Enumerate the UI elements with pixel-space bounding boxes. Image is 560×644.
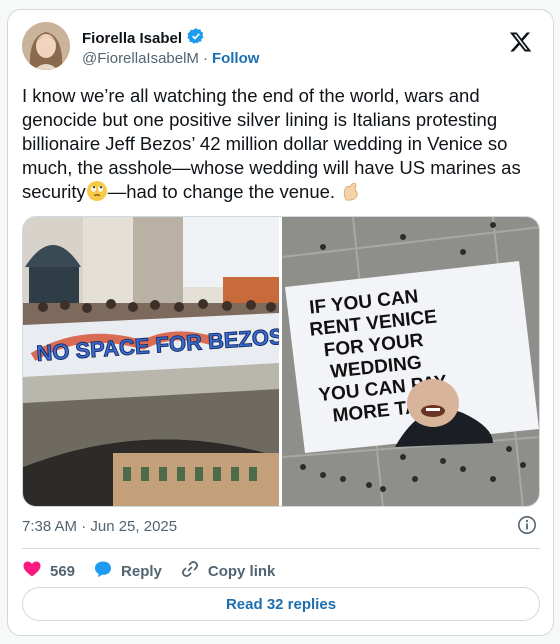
heart-icon <box>22 559 42 583</box>
action-bar: 569 Reply Copy link <box>22 556 275 586</box>
follow-link[interactable]: Follow <box>212 50 260 67</box>
reply-bubble-icon <box>93 559 113 583</box>
x-logo-icon[interactable] <box>509 30 533 54</box>
separator: · <box>202 50 208 67</box>
copy-link-button[interactable]: Copy link <box>180 559 276 583</box>
divider <box>22 548 540 549</box>
tweet-text: I know we’re all watching the end of the… <box>22 84 542 204</box>
like-count: 569 <box>50 562 76 580</box>
left-photo[interactable]: NO SPACE FOR BEZOS <box>23 217 285 507</box>
tweet-media[interactable]: NO SPACE FOR BEZOS IF YOU CAN RENT VENIC <box>22 216 540 507</box>
info-icon[interactable] <box>517 515 537 535</box>
copy-link-label: Copy link <box>207 562 276 580</box>
reply-label: Reply <box>121 562 162 580</box>
like-button[interactable]: 569 <box>22 559 75 583</box>
avatar[interactable] <box>22 22 70 70</box>
right-photo[interactable]: IF YOU CAN RENT VENICE FOR YOUR WEDDING … <box>281 217 540 507</box>
pinching-hand-emoji-icon <box>340 180 362 202</box>
handle-row: @FiorellaIsabelM · Follow <box>82 50 259 67</box>
link-icon <box>180 559 200 583</box>
tweet-header: Fiorella Isabel @FiorellaIsabelM · Follo… <box>22 22 539 74</box>
tweet-card: Fiorella Isabel @FiorellaIsabelM · Follo… <box>7 9 554 636</box>
reply-button[interactable]: Reply <box>93 559 162 583</box>
author-name[interactable]: Fiorella Isabel <box>82 30 182 47</box>
name-row: Fiorella Isabel <box>82 27 205 50</box>
timestamp[interactable]: 7:38 AM · Jun 25, 2025 <box>22 518 177 535</box>
rolling-eyes-emoji-icon <box>86 180 108 202</box>
read-replies-button[interactable]: Read 32 replies <box>22 587 540 621</box>
tweet-text-part2: —had to change the venue. <box>107 181 341 202</box>
author-handle[interactable]: @FiorellaIsabelM <box>82 50 199 67</box>
verified-badge-icon <box>187 27 205 50</box>
